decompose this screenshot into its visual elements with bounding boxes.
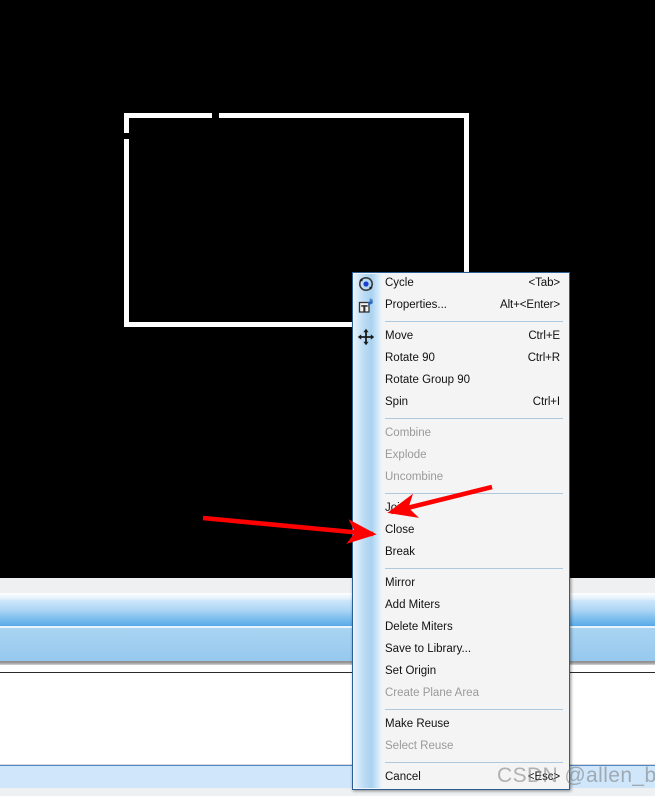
menu-item-label: Make Reuse — [385, 718, 450, 731]
menu-item-save-to-library[interactable]: Save to Library... — [353, 639, 569, 661]
shape-edge-left-lower — [124, 139, 129, 327]
context-menu-separator — [385, 568, 563, 569]
menu-item-join[interactable]: Join — [353, 498, 569, 520]
menu-item-shortcut: Alt+<Enter> — [500, 299, 560, 312]
menu-item-select-reuse: Select Reuse — [353, 736, 569, 758]
context-menu-separator — [385, 493, 563, 494]
context-menu-separator — [385, 762, 563, 763]
menu-item-spin[interactable]: Spin Ctrl+I — [353, 392, 569, 414]
menu-item-shortcut: Ctrl+E — [528, 330, 560, 343]
properties-icon — [357, 297, 375, 315]
menu-item-shortcut: Ctrl+R — [527, 352, 560, 365]
menu-item-label: Combine — [385, 427, 432, 440]
menu-item-label: Join — [385, 502, 407, 515]
menu-item-label: Explode — [385, 449, 427, 462]
menu-item-close[interactable]: Close — [353, 520, 569, 542]
menu-item-label: Move — [385, 330, 414, 343]
menu-item-label: Rotate Group 90 — [385, 374, 471, 387]
menu-item-label: Delete Miters — [385, 621, 453, 634]
menu-item-delete-miters[interactable]: Delete Miters — [353, 617, 569, 639]
menu-item-combine: Combine — [353, 423, 569, 445]
menu-item-move[interactable]: Move Ctrl+E — [353, 326, 569, 348]
menu-item-shortcut: Ctrl+I — [532, 396, 560, 409]
move-icon — [357, 328, 375, 346]
menu-item-mirror[interactable]: Mirror — [353, 573, 569, 595]
cad-context-menu[interactable]: Cycle <Tab> Properties... Alt+<Enter> Move Ct… — [352, 272, 570, 790]
cycle-icon — [357, 275, 375, 293]
shape-edge-top-left — [124, 113, 212, 118]
context-menu-separator — [385, 418, 563, 419]
context-menu-separator — [385, 321, 563, 322]
menu-item-label: Rotate 90 — [385, 352, 435, 365]
menu-item-label: Create Plane Area — [385, 687, 479, 700]
menu-item-break[interactable]: Break — [353, 542, 569, 564]
menu-item-label: Set Origin — [385, 665, 437, 678]
menu-item-label: Break — [385, 546, 416, 559]
context-menu-separator — [385, 709, 563, 710]
menu-item-explode: Explode — [353, 445, 569, 467]
watermark-text: CSDN @allen_bllen — [497, 764, 655, 787]
menu-item-set-origin[interactable]: Set Origin — [353, 661, 569, 683]
menu-item-label: Select Reuse — [385, 740, 454, 753]
menu-item-label: Add Miters — [385, 599, 440, 612]
menu-item-label: Cancel — [385, 771, 421, 784]
menu-item-label: Mirror — [385, 577, 416, 590]
shape-edge-top-right — [219, 113, 469, 118]
menu-item-uncombine: Uncombine — [353, 467, 569, 489]
menu-item-label: Close — [385, 524, 415, 537]
menu-item-make-reuse[interactable]: Make Reuse — [353, 714, 569, 736]
menu-item-properties[interactable]: Properties... Alt+<Enter> — [353, 295, 569, 317]
shape-edge-left-upper — [124, 113, 129, 133]
menu-item-label: Uncombine — [385, 471, 444, 484]
menu-item-add-miters[interactable]: Add Miters — [353, 595, 569, 617]
menu-item-label: Save to Library... — [385, 643, 472, 656]
menu-item-create-plane-area: Create Plane Area — [353, 683, 569, 705]
menu-item-label: Cycle — [385, 277, 414, 290]
menu-item-label: Properties... — [385, 299, 447, 312]
menu-item-rotate-90[interactable]: Rotate 90 Ctrl+R — [353, 348, 569, 370]
context-menu-list: Cycle <Tab> Properties... Alt+<Enter> Move Ct… — [353, 273, 569, 789]
menu-item-rotate-group-90[interactable]: Rotate Group 90 — [353, 370, 569, 392]
menu-item-shortcut: <Tab> — [528, 277, 561, 290]
menu-item-label: Spin — [385, 396, 409, 409]
menu-item-cycle[interactable]: Cycle <Tab> — [353, 273, 569, 295]
application-window: Cycle <Tab> Properties... Alt+<Enter> Move Ct… — [0, 0, 655, 796]
